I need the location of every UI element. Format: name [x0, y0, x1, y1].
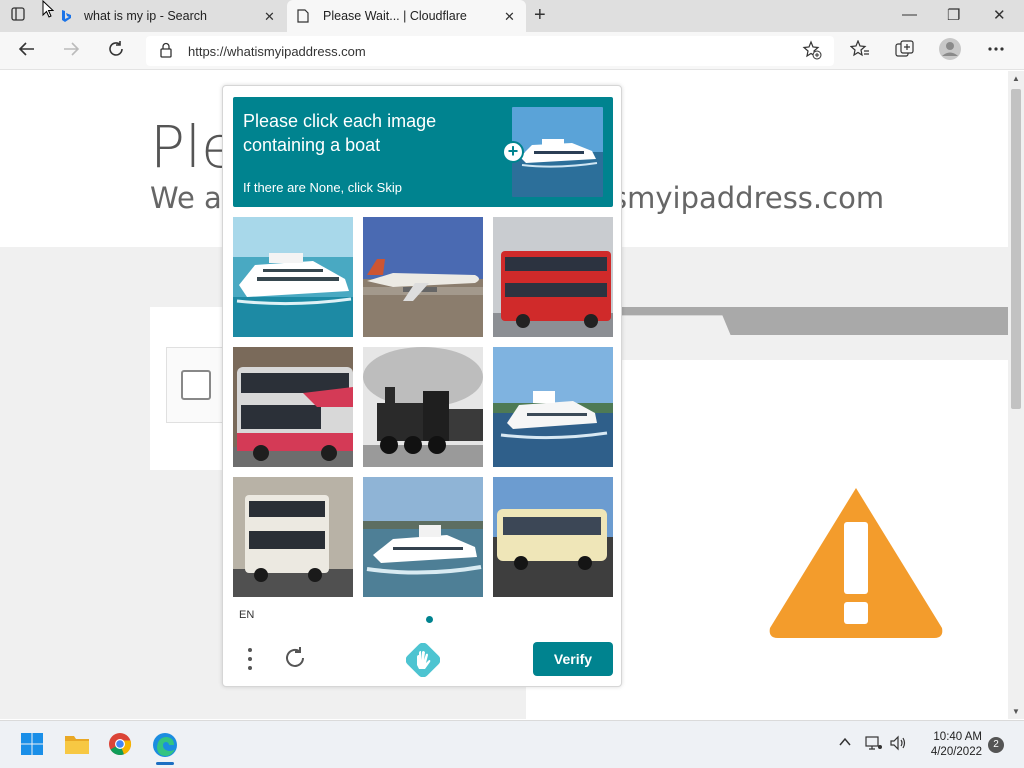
windows-logo-icon: [21, 733, 43, 755]
tab-label: what is my ip - Search: [84, 9, 207, 23]
tab-actions-icon: [11, 7, 25, 21]
captcha-tile-7[interactable]: [233, 477, 353, 597]
clock-time: 10:40 AM: [933, 731, 982, 743]
human-checkbox[interactable]: [181, 370, 211, 400]
captcha-tile-3[interactable]: [493, 217, 613, 337]
edge-button[interactable]: [152, 732, 178, 765]
bing-icon: [62, 10, 71, 22]
tab-label: Please Wait... | Cloudflare: [323, 9, 467, 23]
human-check-widget: [166, 347, 226, 423]
refresh-icon: [109, 41, 123, 56]
progress-bar-decoration: [600, 307, 1008, 335]
page-icon: [297, 9, 309, 23]
captcha-challenge: Please click each image containing a boa…: [222, 85, 622, 687]
captcha-tile-5[interactable]: [363, 347, 483, 467]
airplane-image: [363, 217, 483, 337]
captcha-example-plus-icon: +: [502, 141, 524, 163]
star-add-icon: [802, 40, 822, 60]
profile-button[interactable]: [938, 37, 962, 66]
address-bar[interactable]: https://whatismyipaddress.com: [146, 36, 834, 66]
avatar-icon: [939, 38, 961, 60]
tab-actions-button[interactable]: [10, 6, 32, 26]
maximize-button[interactable]: ❐: [947, 6, 960, 24]
captcha-instruction: Please click each image containing a boa…: [243, 111, 437, 155]
captcha-tile-9[interactable]: [493, 477, 613, 597]
captcha-menu-button[interactable]: [247, 647, 253, 671]
start-button[interactable]: [20, 732, 46, 758]
scrollbar-thumb[interactable]: [1011, 89, 1021, 409]
verify-button[interactable]: Verify: [533, 642, 613, 676]
captcha-example-image: [512, 107, 603, 197]
captcha-tile-2[interactable]: [363, 217, 483, 337]
collections-button[interactable]: [895, 40, 915, 63]
file-explorer-button[interactable]: [64, 732, 90, 758]
page-scrollbar[interactable]: ▲ ▼: [1008, 71, 1024, 719]
folder-icon: [65, 736, 89, 754]
address-url[interactable]: https://whatismyipaddress.com: [188, 44, 366, 59]
scroll-down-arrow-icon[interactable]: ▼: [1012, 707, 1020, 716]
tab-strip: what is my ip - Search ✕ Please Wait... …: [0, 0, 1024, 32]
tab-search[interactable]: what is my ip - Search ✕: [52, 0, 284, 32]
back-arrow-icon: [18, 42, 34, 56]
bus-image: [493, 217, 613, 337]
forward-arrow-icon: [64, 42, 80, 56]
favorites-icon: [849, 39, 869, 57]
hcaptcha-logo: [405, 642, 441, 682]
bus-image: [493, 477, 613, 597]
tab-close-button[interactable]: ✕: [504, 9, 515, 25]
page-indicator-dot: [426, 616, 433, 623]
captcha-refresh-button[interactable]: [283, 646, 307, 675]
captcha-prompt: Please click each image containing a boa…: [233, 97, 613, 207]
train-image: [363, 347, 483, 467]
captcha-tile-1[interactable]: [233, 217, 353, 337]
close-window-button[interactable]: ✕: [993, 6, 1006, 24]
captcha-tile-6[interactable]: [493, 347, 613, 467]
bus-image: [233, 477, 353, 597]
boat-image: [363, 477, 483, 597]
active-app-indicator: [156, 762, 174, 765]
page-subheading-right: smyipaddress.com: [612, 181, 885, 215]
speaker-icon: [890, 735, 906, 751]
captcha-tile-4[interactable]: [233, 347, 353, 467]
chrome-button[interactable]: [108, 732, 134, 758]
chrome-icon: [109, 733, 132, 756]
more-dots-icon: [988, 47, 1004, 51]
lock-icon[interactable]: [160, 42, 172, 63]
settings-more-button[interactable]: [988, 37, 1004, 66]
clock-date: 4/20/2022: [930, 746, 982, 758]
taskbar-clock[interactable]: 10:40 AM 4/20/2022: [912, 730, 982, 760]
volume-button[interactable]: [890, 735, 908, 755]
vertical-dots-icon: [248, 648, 252, 670]
boat-image: [233, 217, 353, 337]
scroll-up-arrow-icon[interactable]: ▲: [1012, 74, 1020, 83]
captcha-skip-hint: If there are None, click Skip: [243, 180, 402, 195]
refresh-button[interactable]: [107, 40, 125, 63]
tab-close-button[interactable]: ✕: [264, 9, 275, 25]
notification-badge[interactable]: 2: [988, 737, 1004, 753]
captcha-tile-8[interactable]: [363, 477, 483, 597]
edge-icon: [153, 733, 177, 757]
minimize-button[interactable]: —: [902, 6, 917, 23]
favorites-button[interactable]: [849, 39, 870, 63]
hcaptcha-hand-icon: [405, 642, 441, 678]
forward-button[interactable]: [62, 40, 80, 63]
back-button[interactable]: [18, 40, 36, 63]
boat-image: [493, 347, 613, 467]
browser-toolbar: https://whatismyipaddress.com: [0, 32, 1024, 70]
windows-taskbar: 10:40 AM 4/20/2022 2: [0, 720, 1024, 768]
warning-icon: [769, 488, 943, 638]
collections-icon: [895, 40, 914, 57]
network-icon: [865, 736, 882, 750]
add-favorite-button[interactable]: [802, 40, 822, 65]
bus-image: [233, 347, 353, 467]
new-tab-button[interactable]: +: [534, 4, 546, 27]
tray-overflow-button[interactable]: [838, 735, 852, 753]
chevron-up-icon: [839, 737, 851, 746]
network-button[interactable]: [865, 735, 883, 755]
refresh-icon: [286, 647, 304, 667]
tab-cloudflare[interactable]: Please Wait... | Cloudflare ✕: [287, 0, 526, 32]
language-selector[interactable]: EN: [239, 609, 254, 621]
